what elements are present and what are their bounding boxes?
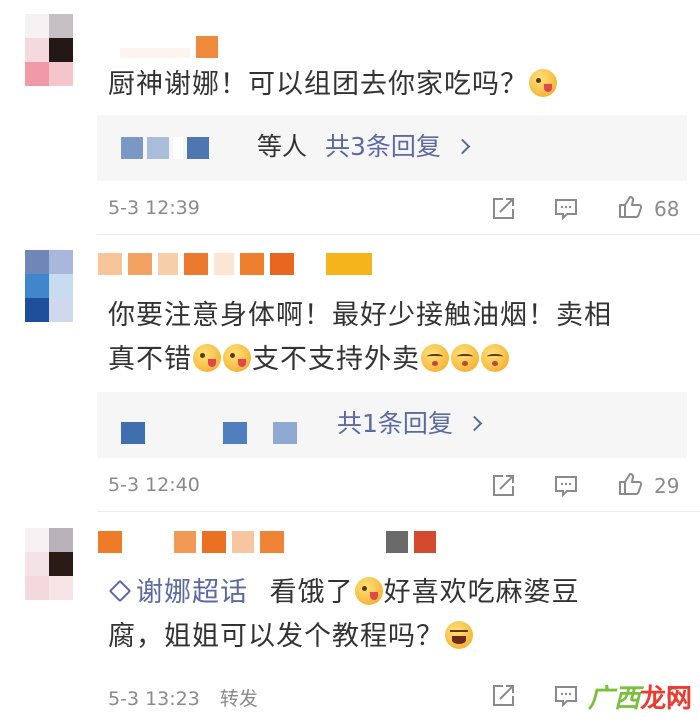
reply-count-link[interactable]: 共1条回复 — [337, 409, 453, 438]
divider — [97, 511, 700, 512]
timestamp: 5-3 12:39 — [108, 197, 200, 219]
comment-body-line2b: 支不支持外卖 — [252, 344, 420, 375]
topic-link[interactable]: 谢娜超话 — [108, 577, 248, 608]
emoji-wink-icon — [529, 69, 557, 97]
username-redacted[interactable] — [98, 531, 436, 553]
comment-body-line1b: 好喜欢吃麻婆豆 — [383, 577, 580, 608]
divider — [97, 234, 700, 235]
username-redacted[interactable] — [120, 36, 218, 58]
comment-body-line1: 你要注意身体啊！最好少接触油烟！卖相 — [108, 300, 612, 331]
comment-text: 你要注意身体啊！最好少接触油烟！卖相 — [108, 296, 612, 336]
comment-body-line2: 腐，姐姐可以发个教程吗？ — [108, 621, 444, 652]
like-count: 68 — [654, 197, 680, 221]
comment-icon[interactable] — [553, 473, 579, 499]
share-icon[interactable] — [490, 196, 516, 222]
reply-preview[interactable]: 共1条回复 — [97, 392, 687, 458]
watermark-text: 龙网 — [639, 684, 692, 714]
replier-avatars-redacted — [121, 137, 209, 159]
reply-summary[interactable]: 共1条回复 — [337, 406, 483, 442]
emoji-kiss-icon — [421, 344, 449, 372]
forward-link[interactable]: 转发 — [220, 688, 258, 710]
watermark-logo: 广西 — [587, 684, 640, 714]
like-icon[interactable] — [617, 194, 643, 220]
share-icon[interactable] — [490, 473, 516, 499]
reply-count-link[interactable]: 共3条回复 — [325, 132, 441, 161]
emoji-laugh-icon — [445, 621, 473, 649]
avatar[interactable] — [25, 14, 97, 86]
emoji-kiss-icon — [481, 344, 509, 372]
comment-text: 厨神谢娜！可以组团去你家吃吗？ — [108, 65, 558, 105]
username-redacted[interactable] — [98, 253, 372, 275]
comment-body-line2a: 真不错 — [108, 344, 192, 375]
comment-body-line1a: 看饿了 — [269, 577, 354, 608]
comment-icon[interactable] — [553, 196, 579, 222]
like-count: 29 — [654, 474, 680, 498]
topic-label: 谢娜超话 — [136, 577, 248, 608]
comment-text-line2: 真不错 支不支持外卖 — [108, 340, 510, 380]
emoji-wink-icon — [354, 577, 383, 605]
timestamp: 5-3 12:40 — [108, 474, 200, 496]
timestamp: 5-3 13:23 转发 — [108, 684, 258, 711]
timestamp-value: 5-3 13:23 — [108, 688, 200, 710]
avatar[interactable] — [25, 528, 97, 600]
emoji-kiss-icon — [451, 344, 479, 372]
reply-chevron-icon[interactable] — [454, 138, 471, 155]
topic-diamond-icon — [108, 579, 132, 603]
comment-text: 谢娜超话 看饿了 好喜欢吃麻婆豆 — [108, 573, 580, 613]
comment-body: 厨神谢娜！可以组团去你家吃吗？ — [108, 69, 528, 100]
site-watermark: 广西龙网 — [588, 678, 692, 715]
comment-icon[interactable] — [553, 683, 579, 709]
reply-summary[interactable]: 等人 共3条回复 — [257, 129, 471, 165]
replier-avatars-redacted — [121, 422, 297, 444]
emoji-wink-icon — [223, 344, 251, 372]
reply-preview[interactable]: 等人 共3条回复 — [97, 115, 687, 181]
reply-others: 等人 — [257, 132, 308, 161]
reply-chevron-icon[interactable] — [466, 415, 483, 432]
emoji-wink-icon — [193, 344, 221, 372]
comment-text-line2: 腐，姐姐可以发个教程吗？ — [108, 617, 474, 657]
share-icon[interactable] — [490, 683, 516, 709]
like-icon[interactable] — [617, 471, 643, 497]
avatar[interactable] — [25, 250, 97, 322]
